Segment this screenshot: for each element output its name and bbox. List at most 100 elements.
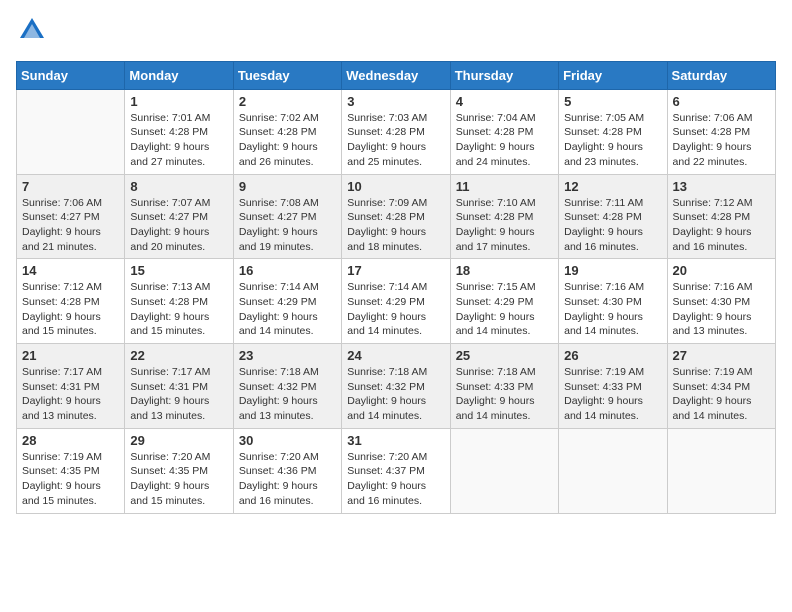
page-header (16, 16, 776, 49)
day-info: Sunrise: 7:02 AM Sunset: 4:28 PM Dayligh… (239, 111, 336, 170)
day-info: Sunrise: 7:16 AM Sunset: 4:30 PM Dayligh… (673, 280, 770, 339)
day-info: Sunrise: 7:15 AM Sunset: 4:29 PM Dayligh… (456, 280, 553, 339)
calendar-day-cell: 11 Sunrise: 7:10 AM Sunset: 4:28 PM Dayli… (450, 174, 558, 259)
calendar-day-cell: 31Sunrise: 7:20 AM Sunset: 4:37 PM Dayli… (342, 428, 450, 513)
day-number: 3 (347, 94, 444, 109)
day-info: Sunrise: 7:10 AM Sunset: 4:28 PM Dayligh… (456, 196, 553, 255)
day-info: Sunrise: 7:08 AM Sunset: 4:27 PM Dayligh… (239, 196, 336, 255)
day-info: Sunrise: 7:09 AM Sunset: 4:28 PM Dayligh… (347, 196, 444, 255)
day-number: 2 (239, 94, 336, 109)
calendar-day-cell: 17Sunrise: 7:14 AM Sunset: 4:29 PM Dayli… (342, 259, 450, 344)
calendar-day-cell: 10 Sunrise: 7:09 AM Sunset: 4:28 PM Dayli… (342, 174, 450, 259)
day-number: 24 (347, 348, 444, 363)
calendar-day-cell: 13Sunrise: 7:12 AM Sunset: 4:28 PM Dayli… (667, 174, 775, 259)
calendar-day-cell: 24 Sunrise: 7:18 AM Sunset: 4:32 PM Dayli… (342, 344, 450, 429)
day-info: Sunrise: 7:20 AM Sunset: 4:35 PM Dayligh… (130, 450, 227, 509)
day-info: Sunrise: 7:18 AM Sunset: 4:33 PM Dayligh… (456, 365, 553, 424)
day-number: 14 (22, 263, 119, 278)
calendar-day-cell: 6 Sunrise: 7:06 AM Sunset: 4:28 PM Daylig… (667, 89, 775, 174)
day-number: 12 (564, 179, 661, 194)
day-number: 13 (673, 179, 770, 194)
day-info: Sunrise: 7:12 AM Sunset: 4:28 PM Dayligh… (22, 280, 119, 339)
calendar-day-cell: 18 Sunrise: 7:15 AM Sunset: 4:29 PM Dayli… (450, 259, 558, 344)
day-info: Sunrise: 7:16 AM Sunset: 4:30 PM Dayligh… (564, 280, 661, 339)
day-number: 11 (456, 179, 553, 194)
calendar-day-cell: 4 Sunrise: 7:04 AM Sunset: 4:28 PM Daylig… (450, 89, 558, 174)
day-number: 6 (673, 94, 770, 109)
day-number: 10 (347, 179, 444, 194)
calendar-header-row: SundayMondayTuesdayWednesdayThursdayFrid… (17, 61, 776, 89)
day-number: 9 (239, 179, 336, 194)
calendar-day-cell: 1Sunrise: 7:01 AM Sunset: 4:28 PM Daylig… (125, 89, 233, 174)
calendar-day-cell: 16 Sunrise: 7:14 AM Sunset: 4:29 PM Dayli… (233, 259, 341, 344)
day-info: Sunrise: 7:04 AM Sunset: 4:28 PM Dayligh… (456, 111, 553, 170)
calendar-day-cell: 15 Sunrise: 7:13 AM Sunset: 4:28 PM Dayli… (125, 259, 233, 344)
day-info: Sunrise: 7:01 AM Sunset: 4:28 PM Dayligh… (130, 111, 227, 170)
calendar-day-cell: 21 Sunrise: 7:17 AM Sunset: 4:31 PM Dayli… (17, 344, 125, 429)
day-info: Sunrise: 7:18 AM Sunset: 4:32 PM Dayligh… (347, 365, 444, 424)
day-info: Sunrise: 7:14 AM Sunset: 4:29 PM Dayligh… (239, 280, 336, 339)
day-number: 23 (239, 348, 336, 363)
day-info: Sunrise: 7:14 AM Sunset: 4:29 PM Dayligh… (347, 280, 444, 339)
calendar-day-cell: 2 Sunrise: 7:02 AM Sunset: 4:28 PM Daylig… (233, 89, 341, 174)
logo-icon (18, 16, 46, 44)
calendar-day-cell: 3 Sunrise: 7:03 AM Sunset: 4:28 PM Daylig… (342, 89, 450, 174)
calendar-week-row: 28 Sunrise: 7:19 AM Sunset: 4:35 PM Dayli… (17, 428, 776, 513)
calendar-day-cell: 12 Sunrise: 7:11 AM Sunset: 4:28 PM Dayli… (559, 174, 667, 259)
day-info: Sunrise: 7:19 AM Sunset: 4:33 PM Dayligh… (564, 365, 661, 424)
day-info: Sunrise: 7:07 AM Sunset: 4:27 PM Dayligh… (130, 196, 227, 255)
day-number: 18 (456, 263, 553, 278)
day-number: 22 (130, 348, 227, 363)
day-number: 4 (456, 94, 553, 109)
day-number: 27 (673, 348, 770, 363)
day-number: 8 (130, 179, 227, 194)
calendar-week-row: 1Sunrise: 7:01 AM Sunset: 4:28 PM Daylig… (17, 89, 776, 174)
logo (16, 16, 46, 49)
day-number: 15 (130, 263, 227, 278)
day-header-thursday: Thursday (450, 61, 558, 89)
day-number: 20 (673, 263, 770, 278)
day-header-tuesday: Tuesday (233, 61, 341, 89)
calendar-day-cell: 29 Sunrise: 7:20 AM Sunset: 4:35 PM Dayli… (125, 428, 233, 513)
day-info: Sunrise: 7:19 AM Sunset: 4:34 PM Dayligh… (673, 365, 770, 424)
day-info: Sunrise: 7:17 AM Sunset: 4:31 PM Dayligh… (22, 365, 119, 424)
calendar-day-cell: 28 Sunrise: 7:19 AM Sunset: 4:35 PM Dayli… (17, 428, 125, 513)
calendar-table: SundayMondayTuesdayWednesdayThursdayFrid… (16, 61, 776, 514)
calendar-week-row: 14 Sunrise: 7:12 AM Sunset: 4:28 PM Dayli… (17, 259, 776, 344)
calendar-week-row: 7Sunrise: 7:06 AM Sunset: 4:27 PM Daylig… (17, 174, 776, 259)
day-number: 19 (564, 263, 661, 278)
day-info: Sunrise: 7:11 AM Sunset: 4:28 PM Dayligh… (564, 196, 661, 255)
day-info: Sunrise: 7:19 AM Sunset: 4:35 PM Dayligh… (22, 450, 119, 509)
day-info: Sunrise: 7:03 AM Sunset: 4:28 PM Dayligh… (347, 111, 444, 170)
day-info: Sunrise: 7:06 AM Sunset: 4:27 PM Dayligh… (22, 196, 119, 255)
day-info: Sunrise: 7:13 AM Sunset: 4:28 PM Dayligh… (130, 280, 227, 339)
calendar-day-cell: 30 Sunrise: 7:20 AM Sunset: 4:36 PM Dayli… (233, 428, 341, 513)
day-number: 29 (130, 433, 227, 448)
calendar-day-cell: 5Sunrise: 7:05 AM Sunset: 4:28 PM Daylig… (559, 89, 667, 174)
calendar-day-cell: 27 Sunrise: 7:19 AM Sunset: 4:34 PM Dayli… (667, 344, 775, 429)
day-info: Sunrise: 7:17 AM Sunset: 4:31 PM Dayligh… (130, 365, 227, 424)
day-info: Sunrise: 7:06 AM Sunset: 4:28 PM Dayligh… (673, 111, 770, 170)
calendar-day-cell: 22 Sunrise: 7:17 AM Sunset: 4:31 PM Dayli… (125, 344, 233, 429)
calendar-day-cell (667, 428, 775, 513)
day-number: 25 (456, 348, 553, 363)
day-number: 21 (22, 348, 119, 363)
calendar-day-cell: 26 Sunrise: 7:19 AM Sunset: 4:33 PM Dayli… (559, 344, 667, 429)
day-header-friday: Friday (559, 61, 667, 89)
calendar-day-cell: 7Sunrise: 7:06 AM Sunset: 4:27 PM Daylig… (17, 174, 125, 259)
day-info: Sunrise: 7:05 AM Sunset: 4:28 PM Dayligh… (564, 111, 661, 170)
calendar-week-row: 21 Sunrise: 7:17 AM Sunset: 4:31 PM Dayli… (17, 344, 776, 429)
day-number: 16 (239, 263, 336, 278)
day-number: 31 (347, 433, 444, 448)
day-number: 30 (239, 433, 336, 448)
day-info: Sunrise: 7:20 AM Sunset: 4:36 PM Dayligh… (239, 450, 336, 509)
calendar-day-cell: 9 Sunrise: 7:08 AM Sunset: 4:27 PM Daylig… (233, 174, 341, 259)
calendar-day-cell: 14 Sunrise: 7:12 AM Sunset: 4:28 PM Dayli… (17, 259, 125, 344)
calendar-day-cell: 20 Sunrise: 7:16 AM Sunset: 4:30 PM Dayli… (667, 259, 775, 344)
calendar-day-cell: 8 Sunrise: 7:07 AM Sunset: 4:27 PM Daylig… (125, 174, 233, 259)
day-number: 26 (564, 348, 661, 363)
day-number: 28 (22, 433, 119, 448)
calendar-day-cell: 25 Sunrise: 7:18 AM Sunset: 4:33 PM Dayli… (450, 344, 558, 429)
calendar-day-cell (17, 89, 125, 174)
calendar-day-cell (559, 428, 667, 513)
